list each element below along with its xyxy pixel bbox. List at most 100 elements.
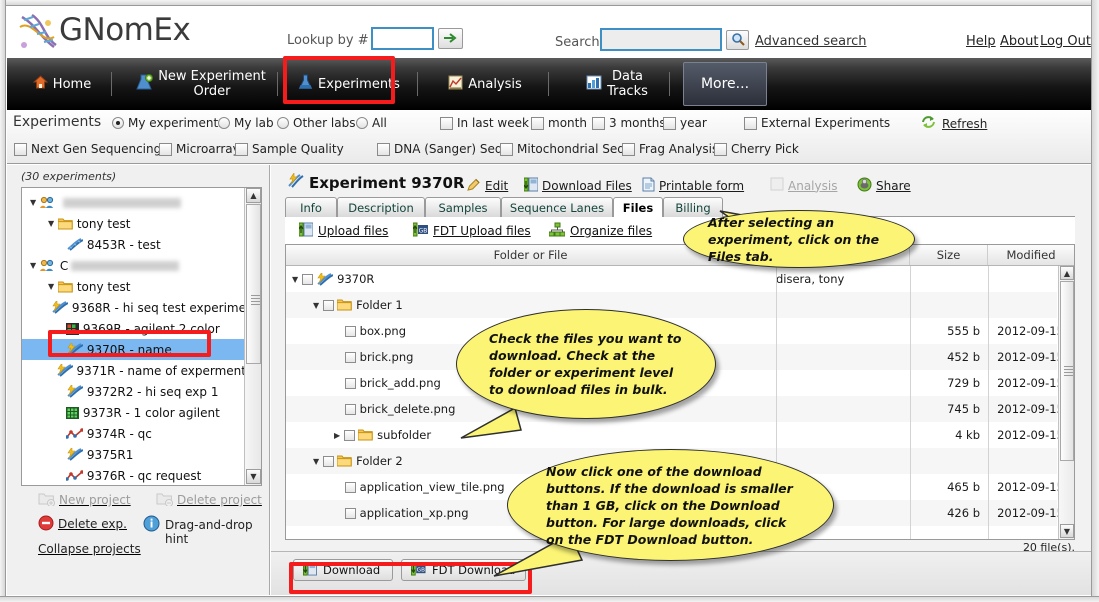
checkbox-external-experiments[interactable]: External Experiments: [744, 116, 890, 130]
row-checkbox[interactable]: [345, 507, 356, 519]
checkbox-sample-quality[interactable]: Sample Quality: [235, 142, 344, 156]
table-row[interactable]: ▼ 9370R disera, tony: [286, 266, 1057, 292]
delete-experiment-button[interactable]: Delete exp.: [58, 517, 127, 531]
scroll-thumb[interactable]: [246, 204, 261, 364]
tree-node[interactable]: 9370R - name: [22, 339, 246, 360]
tab-info[interactable]: Info: [285, 197, 337, 217]
checkbox-cherry-pick[interactable]: Cherry Pick: [714, 142, 799, 156]
row-checkbox[interactable]: [322, 299, 334, 311]
tree-node[interactable]: ▼ tony test: [22, 213, 246, 234]
tab-sequence-lanes[interactable]: Sequence Lanes: [501, 197, 613, 217]
chevron-right-icon[interactable]: ▶: [334, 431, 340, 440]
column-header-modified[interactable]: Modified: [988, 245, 1074, 265]
delete-minus-icon: [38, 515, 54, 534]
share-action[interactable]: Share: [857, 177, 911, 195]
search-input[interactable]: [600, 28, 722, 51]
chevron-down-icon[interactable]: ▼: [30, 261, 36, 270]
nav-item-experiments[interactable]: Experiments: [295, 58, 403, 110]
row-checkbox[interactable]: [301, 273, 313, 285]
cell-name: box.png: [286, 318, 406, 344]
tab-description[interactable]: Description: [337, 197, 425, 217]
refresh-button[interactable]: Refresh: [921, 115, 987, 132]
logout-link[interactable]: Log Out: [1040, 34, 1091, 49]
chevron-down-icon[interactable]: ▼: [313, 301, 319, 310]
upload-files-link[interactable]: Upload files: [298, 222, 388, 240]
tree-scrollbar[interactable]: ▲ ▼: [244, 188, 261, 485]
search-button[interactable]: [726, 30, 749, 50]
chevron-down-icon[interactable]: ▼: [292, 275, 298, 284]
checkbox-mitochondrial-seq[interactable]: Mitochondrial Seq: [500, 142, 625, 156]
nav-item-analysis[interactable]: Analysis: [435, 58, 535, 110]
scroll-up-arrow[interactable]: ▲: [246, 188, 261, 203]
scroll-down-arrow[interactable]: ▼: [246, 469, 261, 484]
nav-item-more[interactable]: More...: [683, 62, 767, 106]
grid-scroll-up-arrow[interactable]: ▲: [1060, 266, 1074, 280]
about-link[interactable]: About: [1000, 34, 1038, 49]
organize-files-link[interactable]: Organize files: [548, 222, 652, 240]
help-link[interactable]: Help: [966, 34, 996, 49]
nav-item-data-tracks[interactable]: Data Tracks: [567, 58, 667, 110]
radio-other-labs[interactable]: Other labs: [277, 116, 355, 130]
row-checkbox[interactable]: [345, 351, 356, 363]
tree-node[interactable]: 9376R - qc request: [22, 465, 246, 485]
tree-node[interactable]: 9371R - name of experment: [22, 360, 246, 381]
folder-icon: [357, 429, 374, 441]
advanced-search-link[interactable]: Advanced search: [755, 34, 867, 49]
nav-item-home[interactable]: Home: [17, 58, 107, 110]
tab-samples[interactable]: Samples: [425, 197, 501, 217]
checkbox-month[interactable]: month: [531, 116, 587, 130]
column-header-size[interactable]: Size: [910, 245, 988, 265]
tree-node[interactable]: ▼ tony test: [22, 276, 246, 297]
checkbox-frag-analysis[interactable]: Frag Analysis: [622, 142, 718, 156]
checkbox-next-gen-sequencing[interactable]: Next Gen Sequencing: [14, 142, 161, 156]
delete-project-button[interactable]: Delete project: [177, 493, 262, 507]
tree-node[interactable]: 9374R - qc: [22, 423, 246, 444]
download-files-action[interactable]: Download Files: [523, 177, 632, 195]
nav-item-new-experiment-order[interactable]: New Experiment Order: [125, 58, 277, 110]
lookup-go-button[interactable]: [438, 28, 463, 49]
row-checkbox[interactable]: [345, 403, 356, 415]
checkbox-dna-sanger-seq[interactable]: DNA (Sanger) Seq: [377, 142, 503, 156]
lookup-input[interactable]: [371, 27, 434, 50]
row-checkbox[interactable]: [345, 325, 356, 337]
row-checkbox[interactable]: [322, 455, 334, 467]
grid-scroll-down-arrow[interactable]: ▼: [1060, 524, 1074, 538]
tree-node[interactable]: ▼: [22, 192, 246, 213]
tree-node[interactable]: 9375R1: [22, 444, 246, 465]
cell-size: 452 b: [947, 350, 980, 364]
tree-node[interactable]: 9372R2 - hi seq exp 1: [22, 381, 246, 402]
fdt-upload-files-link[interactable]: GB FDT Upload files: [412, 222, 531, 240]
radio-my-experiments[interactable]: My experiments: [112, 116, 224, 130]
collapse-projects-button[interactable]: Collapse projects: [38, 542, 141, 556]
tab-files[interactable]: Files: [613, 197, 663, 217]
row-checkbox[interactable]: [343, 429, 355, 441]
row-checkbox[interactable]: [345, 481, 356, 493]
tree-node[interactable]: 9373R - 1 color agilent: [22, 402, 246, 423]
checkbox-in-last-week[interactable]: In last week: [440, 116, 529, 130]
checkbox-microarray[interactable]: Microarray: [159, 142, 240, 156]
checkbox-year[interactable]: year: [663, 116, 707, 130]
share-icon: [857, 177, 872, 195]
checkbox-3-months[interactable]: 3 months: [592, 116, 666, 130]
radio-my-lab[interactable]: My lab: [218, 116, 274, 130]
tree-node[interactable]: 9369R - agilent 2 color: [22, 318, 246, 339]
table-row[interactable]: ▼ Folder 1: [286, 292, 1057, 318]
radio-all[interactable]: All: [356, 116, 387, 130]
edit-action[interactable]: Edit: [466, 177, 508, 195]
chevron-down-icon[interactable]: ▼: [30, 198, 36, 207]
download-button[interactable]: Download: [293, 559, 393, 581]
files-grid-scrollbar[interactable]: ▲ ▼: [1058, 266, 1074, 539]
chevron-down-icon[interactable]: ▼: [48, 282, 54, 291]
tree-node[interactable]: 9368R - hi seq test experime: [22, 297, 246, 318]
info-icon[interactable]: [143, 515, 160, 535]
table-row[interactable]: ▶ subfolder 4 kb 2012-09-15: [286, 422, 1064, 448]
tree-node[interactable]: ▼ C: [22, 255, 246, 276]
chevron-down-icon[interactable]: ▼: [48, 219, 54, 228]
row-checkbox[interactable]: [345, 377, 356, 389]
tree-node[interactable]: 8453R - test: [22, 234, 246, 255]
chevron-down-icon[interactable]: ▼: [313, 457, 319, 466]
new-project-button[interactable]: New project: [59, 493, 131, 507]
grid-scroll-thumb[interactable]: [1060, 281, 1074, 461]
printable-form-action[interactable]: Printable form: [642, 177, 744, 195]
projects-tree[interactable]: ▼ ▼ tony test 8453R - test ▼ C ▼ tony test…: [21, 187, 262, 486]
